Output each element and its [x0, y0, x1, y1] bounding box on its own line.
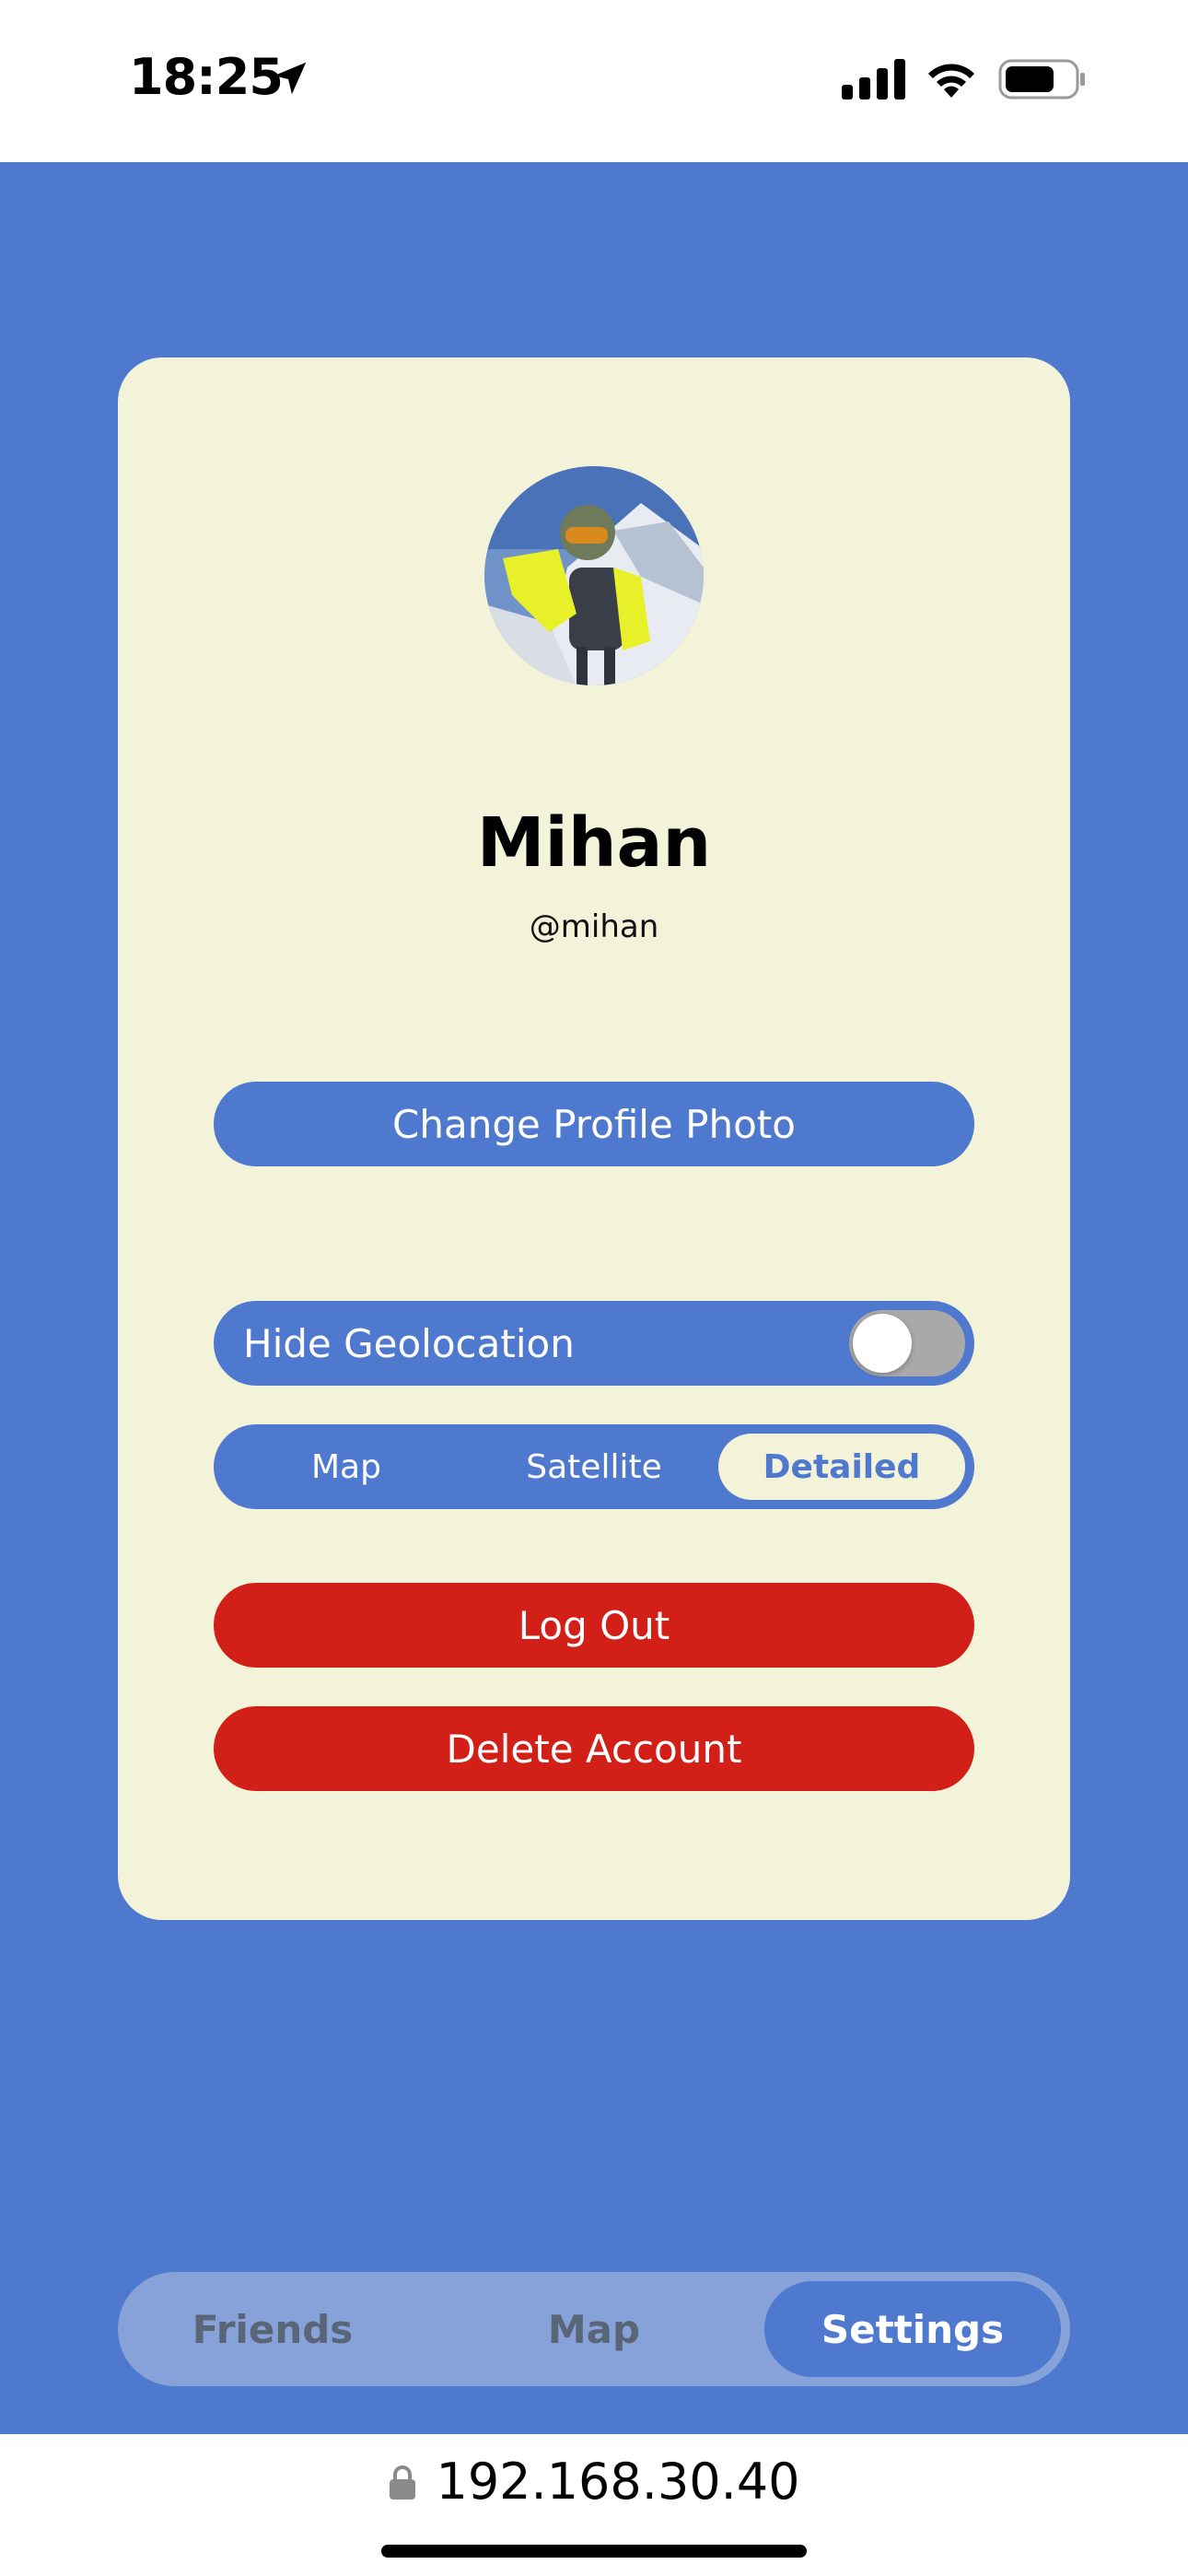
- url-text: 192.168.30.40: [436, 2453, 800, 2511]
- map-style-segmented-control: Map Satellite Detailed: [214, 1424, 974, 1509]
- wifi-icon: [928, 64, 974, 98]
- status-time: 18:25: [129, 48, 284, 106]
- tab-map[interactable]: Map: [448, 2281, 740, 2377]
- map-style-option-satellite[interactable]: Satellite: [471, 1434, 717, 1500]
- home-indicator[interactable]: [381, 2545, 807, 2558]
- map-style-option-detailed[interactable]: Detailed: [718, 1434, 965, 1500]
- delete-account-button[interactable]: Delete Account: [214, 1706, 974, 1791]
- location-arrow-icon: [274, 62, 307, 95]
- log-out-button[interactable]: Log Out: [214, 1583, 974, 1668]
- hide-geolocation-row: Hide Geolocation: [214, 1301, 974, 1386]
- tab-friends[interactable]: Friends: [127, 2281, 418, 2377]
- avatar[interactable]: [484, 466, 704, 685]
- map-style-option-map[interactable]: Map: [223, 1434, 470, 1500]
- browser-url-bar[interactable]: 192.168.30.40: [0, 2434, 1188, 2576]
- cellular-signal-icon: [842, 59, 905, 100]
- profile-name: Mihan: [476, 803, 712, 883]
- battery-icon: [998, 59, 1085, 100]
- toggle-knob: [853, 1314, 912, 1373]
- url-display[interactable]: 192.168.30.40: [0, 2453, 1188, 2511]
- delete-account-label: Delete Account: [446, 1726, 742, 1772]
- profile-handle: @mihan: [529, 908, 659, 945]
- avatar-photo-icon: [484, 466, 704, 685]
- bottom-tab-bar: Friends Map Settings: [118, 2272, 1070, 2386]
- change-profile-photo-button[interactable]: Change Profile Photo: [214, 1082, 974, 1166]
- lock-icon: [390, 2465, 416, 2500]
- hide-geolocation-label: Hide Geolocation: [243, 1320, 575, 1366]
- log-out-label: Log Out: [518, 1602, 670, 1648]
- tab-settings[interactable]: Settings: [764, 2281, 1061, 2377]
- status-bar: 18:25: [0, 0, 1188, 162]
- change-profile-photo-label: Change Profile Photo: [392, 1101, 796, 1147]
- hide-geolocation-toggle[interactable]: [849, 1310, 965, 1376]
